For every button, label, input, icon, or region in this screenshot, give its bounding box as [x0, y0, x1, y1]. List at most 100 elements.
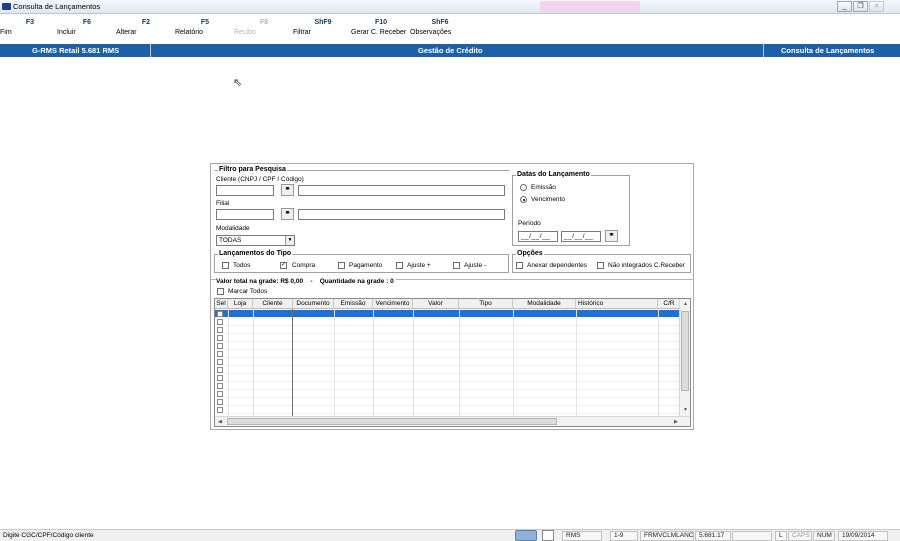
table-row[interactable] — [215, 318, 681, 326]
row-checkbox[interactable] — [217, 335, 223, 341]
periodo-search-icon[interactable]: ⚭ — [605, 230, 618, 242]
vertical-scrollbar[interactable]: ▲ ▼ — [679, 299, 690, 417]
row-checkbox[interactable] — [217, 359, 223, 365]
filial-search-icon[interactable]: ⚭ — [281, 208, 294, 220]
scroll-down-icon[interactable]: ▼ — [683, 407, 688, 413]
table-row[interactable] — [215, 406, 681, 414]
scroll-up-icon[interactable]: ▲ — [683, 301, 688, 307]
grid-column-line — [373, 309, 374, 417]
status-position: 1-9 — [610, 531, 638, 541]
pagamento-checkbox[interactable] — [338, 262, 345, 269]
close-button[interactable]: ✕ — [869, 1, 884, 12]
emissao-radio[interactable] — [520, 184, 527, 191]
tool-key: ShF9 — [314, 19, 332, 26]
header-divider — [763, 44, 764, 57]
row-checkbox[interactable] — [217, 407, 223, 413]
table-row[interactable] — [215, 350, 681, 358]
col-emissao[interactable]: Emissão — [334, 299, 373, 309]
row-checkbox[interactable] — [217, 311, 223, 317]
status-bar: Digite CGC/CPF/Código cliente RMS 1-9 FR… — [0, 529, 900, 541]
grid-column-line — [253, 309, 254, 417]
nao-integrados-checkbox[interactable] — [597, 262, 604, 269]
tool-key: F5 — [200, 19, 210, 26]
restore-button[interactable]: ❐ — [853, 1, 868, 12]
table-row[interactable] — [215, 382, 681, 390]
col-documento[interactable]: Documento — [293, 299, 334, 309]
table-row[interactable] — [215, 342, 681, 350]
col-modalidade[interactable]: Modalidade — [513, 299, 576, 309]
col-cliente[interactable]: Cliente — [253, 299, 293, 309]
row-checkbox[interactable] — [217, 383, 223, 389]
col-tipo[interactable]: Tipo — [459, 299, 513, 309]
marcar-todos-checkbox[interactable] — [217, 288, 224, 295]
date-from-input[interactable]: __/__/__ — [518, 231, 558, 242]
compra-checkbox[interactable]: ✓ — [280, 262, 287, 269]
quantidade-value: 0 — [390, 278, 394, 285]
tool-incluir-button[interactable]: F6 Incluir — [57, 19, 117, 36]
anexar-dependentes-checkbox[interactable] — [516, 262, 523, 269]
chevron-down-icon[interactable]: ▼ — [285, 236, 294, 245]
cliente-name-input[interactable] — [298, 185, 505, 196]
compra-label: Compra — [292, 262, 316, 269]
tool-label: Incluir — [57, 29, 76, 36]
tipo-group-title: Lançamentos do Tipo — [218, 250, 293, 257]
col-sel[interactable]: Sel — [215, 299, 228, 309]
filial-code-input[interactable] — [216, 209, 274, 220]
app-icon — [2, 3, 11, 10]
cliente-code-input[interactable] — [216, 185, 274, 196]
tool-label: Recibo — [234, 29, 256, 36]
tool-alterar-button[interactable]: F2 Alterar — [116, 19, 176, 36]
grid-column-line — [228, 309, 229, 417]
grid-column-line — [658, 309, 659, 417]
table-row[interactable] — [215, 390, 681, 398]
status-num: NUM — [813, 531, 835, 541]
col-vencimento[interactable]: Vencimento — [373, 299, 413, 309]
ajuste-menos-checkbox[interactable] — [453, 262, 460, 269]
tool-relatorio-button[interactable]: F5 Relatório — [175, 19, 235, 36]
vertical-scroll-thumb[interactable] — [681, 311, 689, 391]
table-row[interactable] — [215, 366, 681, 374]
table-row[interactable] — [215, 334, 681, 342]
table-row[interactable] — [215, 374, 681, 382]
col-valor[interactable]: Valor — [413, 299, 459, 309]
lancamentos-grid[interactable]: Sel Loja Cliente Documento Emissão Venci… — [214, 298, 691, 427]
table-row[interactable] — [215, 326, 681, 334]
row-checkbox[interactable] — [217, 391, 223, 397]
row-checkbox[interactable] — [217, 327, 223, 333]
row-checkbox[interactable] — [217, 399, 223, 405]
filial-name-input[interactable] — [298, 209, 505, 220]
titlebar-highlight — [540, 1, 640, 12]
window-titlebar: Consulta de Lançamentos _ ❐ ✕ — [0, 0, 900, 14]
nao-integrados-label: Não integrados C.Receber — [608, 262, 685, 269]
col-cr[interactable]: C/R — [658, 299, 681, 309]
modalidade-value: TODAS — [219, 237, 242, 244]
table-row[interactable] — [215, 358, 681, 366]
minimize-button[interactable]: _ — [837, 1, 852, 12]
tool-observacoes-button[interactable]: ShF6 Observações — [410, 19, 470, 36]
modalidade-select[interactable]: TODAS ▼ — [216, 235, 295, 246]
row-checkbox[interactable] — [217, 375, 223, 381]
tool-key: F2 — [141, 19, 151, 26]
tool-recibo-button[interactable]: F8 Recibo — [234, 19, 294, 36]
cliente-search-icon[interactable]: ⚭ — [281, 184, 294, 196]
tool-filtrar-button[interactable]: ShF9 Filtrar — [293, 19, 353, 36]
todos-checkbox[interactable] — [222, 262, 229, 269]
quantidade-label: Quantidade na grade : — [319, 278, 389, 285]
vencimento-radio[interactable] — [520, 196, 527, 203]
horizontal-scroll-thumb[interactable] — [227, 418, 557, 425]
tool-gerar-receber-button[interactable]: F10 Gerar C. Receber — [351, 19, 411, 36]
tool-fim-button[interactable]: F3 Fim — [0, 19, 60, 36]
horizontal-scrollbar[interactable]: ◀ ▶ — [215, 416, 690, 426]
date-to-input[interactable]: __/__/__ — [561, 231, 601, 242]
table-row[interactable] — [215, 398, 681, 406]
row-checkbox[interactable] — [217, 343, 223, 349]
col-historico[interactable]: Histórico — [576, 299, 658, 309]
col-loja[interactable]: Loja — [228, 299, 253, 309]
table-row[interactable] — [215, 310, 681, 318]
row-checkbox[interactable] — [217, 367, 223, 373]
scroll-right-icon[interactable]: ▶ — [674, 419, 678, 425]
row-checkbox[interactable] — [217, 351, 223, 357]
scroll-left-icon[interactable]: ◀ — [218, 419, 222, 425]
row-checkbox[interactable] — [217, 319, 223, 325]
ajuste-mais-checkbox[interactable] — [396, 262, 403, 269]
